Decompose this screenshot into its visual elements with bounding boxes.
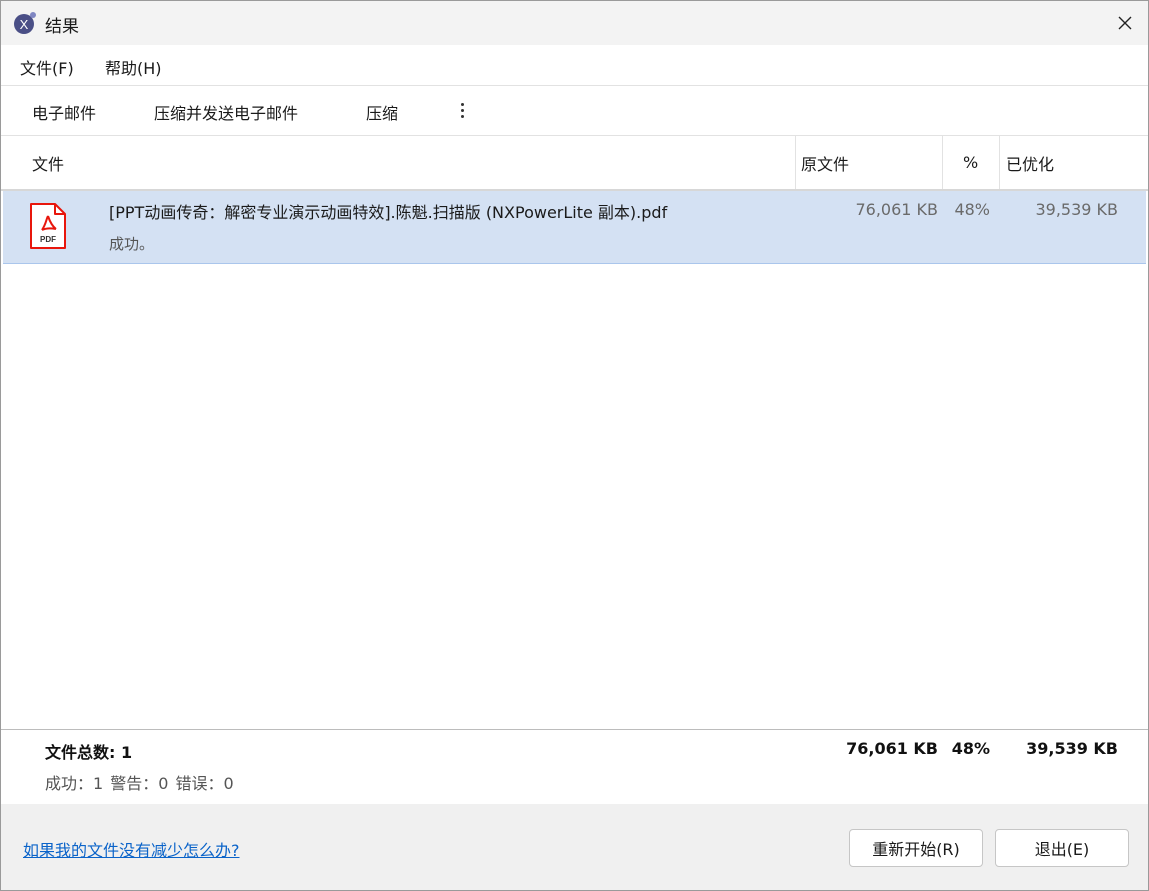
summary-panel: 文件总数: 1 成功：1 警告：0 错误：0 76,061 KB 48% 39,… <box>1 729 1148 805</box>
close-icon <box>1118 16 1132 30</box>
summary-total-files: 文件总数: 1 <box>45 743 133 762</box>
results-window: X 结果 文件(F) 帮助(H) 电子邮件 压缩并发送电子邮件 压缩 文件 原文… <box>0 0 1149 891</box>
footer: 如果我的文件没有减少怎么办? 重新开始(R) 退出(E) <box>1 804 1148 890</box>
column-optimized[interactable]: 已优化 <box>1006 136 1054 189</box>
column-original[interactable]: 原文件 <box>801 136 849 189</box>
column-divider[interactable] <box>942 136 943 189</box>
email-button[interactable]: 电子邮件 <box>32 100 96 124</box>
file-row[interactable]: PDF [PPT动画传奇：解密专业演示动画特效].陈魁.扫描版 (NXPower… <box>3 191 1146 264</box>
column-header: 文件 原文件 % 已优化 <box>1 136 1148 191</box>
column-divider[interactable] <box>999 136 1000 189</box>
file-optimized-size: 39,539 KB <box>1035 200 1118 219</box>
menu-file[interactable]: 文件(F) <box>20 55 74 79</box>
restart-button[interactable]: 重新开始(R) <box>849 829 983 867</box>
title-bar: X 结果 <box>1 1 1148 45</box>
summary-optimized-size: 39,539 KB <box>1026 739 1118 758</box>
file-status: 成功。 <box>109 235 155 253</box>
file-original-size: 76,061 KB <box>855 200 938 219</box>
pdf-file-icon: PDF <box>29 202 67 250</box>
compress-button[interactable]: 压缩 <box>366 100 398 124</box>
file-percent: 48% <box>954 200 990 219</box>
column-divider[interactable] <box>795 136 796 189</box>
svg-text:PDF: PDF <box>40 235 56 244</box>
column-file[interactable]: 文件 <box>32 136 64 189</box>
nxpowerlite-app-icon: X <box>13 11 37 35</box>
svg-text:X: X <box>20 17 29 32</box>
column-percent[interactable]: % <box>963 136 978 189</box>
window-title: 结果 <box>45 17 79 37</box>
menu-help[interactable]: 帮助(H) <box>105 55 162 79</box>
more-vertical-icon <box>460 102 464 106</box>
close-button[interactable] <box>1102 1 1148 45</box>
summary-original-size: 76,061 KB <box>846 739 938 758</box>
summary-status-counts: 成功：1 警告：0 错误：0 <box>45 774 234 793</box>
menu-bar: 文件(F) 帮助(H) <box>1 45 1148 86</box>
file-name: [PPT动画传奇：解密专业演示动画特效].陈魁.扫描版 (NXPowerLite… <box>109 203 668 222</box>
summary-percent: 48% <box>951 739 990 758</box>
exit-button[interactable]: 退出(E) <box>995 829 1129 867</box>
compress-and-email-button[interactable]: 压缩并发送电子邮件 <box>154 100 298 124</box>
help-link[interactable]: 如果我的文件没有减少怎么办? <box>23 837 240 861</box>
results-list: 文件 原文件 % 已优化 PDF [PPT动画传奇：解密专业演示动画特效].陈魁… <box>1 136 1148 729</box>
toolbar: 电子邮件 压缩并发送电子邮件 压缩 <box>1 86 1148 136</box>
more-options-button[interactable] <box>453 96 471 124</box>
